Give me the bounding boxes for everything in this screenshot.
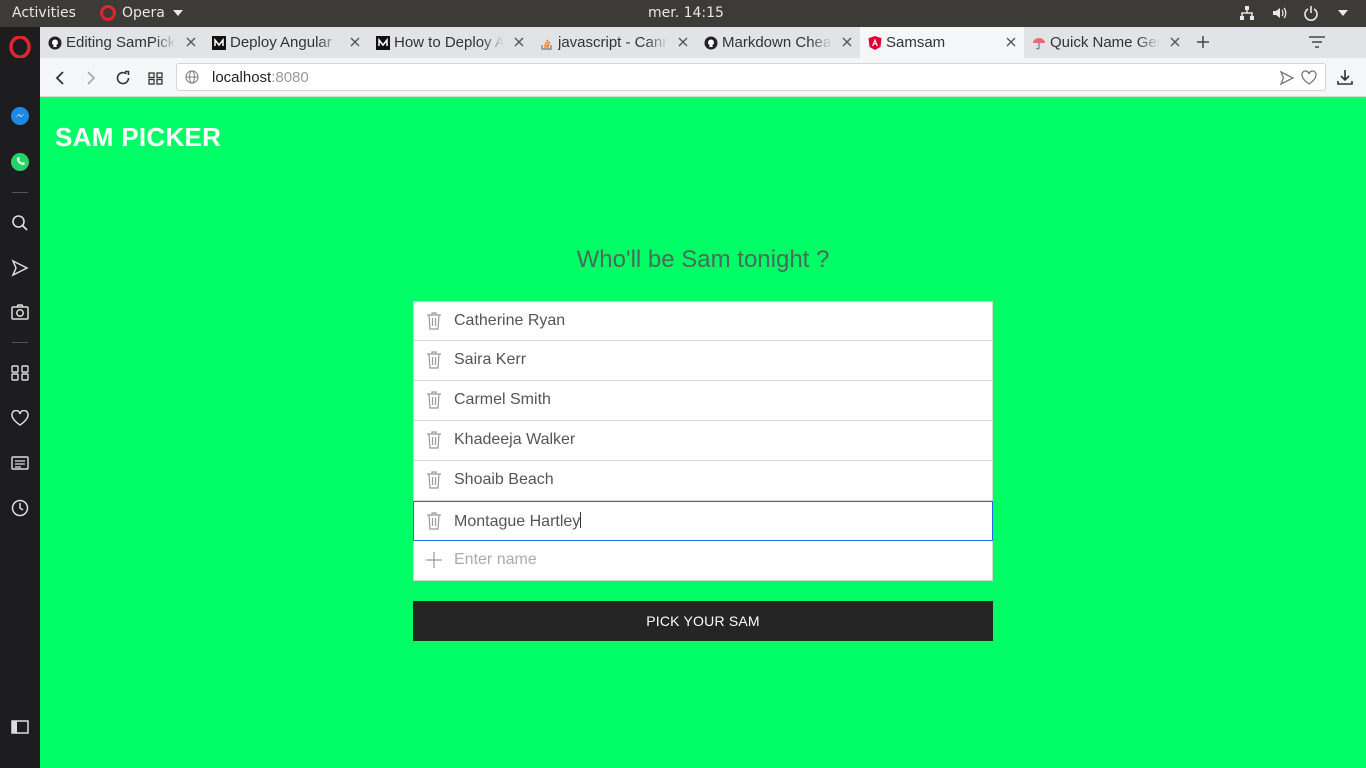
app-name: Opera	[122, 5, 165, 21]
app-menu[interactable]: Opera	[100, 5, 183, 21]
network-icon[interactable]	[1238, 4, 1256, 22]
page-content: SAM PICKER Who'll be Sam tonight ? Cathe…	[40, 98, 1366, 768]
tab-how-to-deploy[interactable]: How to Deploy A	[368, 27, 532, 58]
tab-javascript-stackoverflow[interactable]: javascript - Cann	[532, 27, 696, 58]
name-row[interactable]: Shoaib Beach	[413, 461, 993, 501]
url-field[interactable]: localhost:8080	[176, 63, 1326, 91]
close-icon[interactable]	[840, 35, 854, 49]
trash-icon[interactable]	[426, 431, 442, 449]
history-icon[interactable]	[8, 496, 32, 520]
tab-strip: Editing SamPicker Deploy Angular How to …	[40, 27, 1366, 58]
tab-title: javascript - Cann	[558, 34, 668, 51]
address-bar: localhost:8080	[40, 58, 1366, 97]
close-icon[interactable]	[1168, 35, 1182, 49]
umbrella-icon	[1032, 36, 1046, 50]
system-tray[interactable]	[1238, 4, 1352, 22]
power-icon[interactable]	[1302, 4, 1320, 22]
globe-icon	[185, 70, 199, 84]
heart-icon[interactable]	[1301, 70, 1317, 86]
opera-logo-icon	[100, 5, 116, 21]
tab-title: Deploy Angular	[230, 34, 332, 51]
url-port: :8080	[271, 69, 309, 86]
tab-title: Samsam	[886, 34, 946, 51]
name-value[interactable]: Saira Kerr	[454, 351, 526, 369]
name-input[interactable]: Montague Hartley	[454, 512, 582, 531]
close-icon[interactable]	[512, 35, 526, 49]
tab-title: Editing SamPicker	[66, 34, 176, 51]
name-input-value: Montague Hartley	[454, 513, 581, 530]
pick-your-sam-button[interactable]: PICK YOUR SAM	[413, 601, 993, 641]
url-text: localhost:8080	[212, 69, 309, 86]
download-icon[interactable]	[1336, 68, 1354, 86]
plus-icon	[426, 552, 442, 568]
new-name-input[interactable]: Enter name	[454, 551, 537, 569]
activities-button[interactable]: Activities	[12, 5, 76, 21]
github-icon	[48, 36, 62, 50]
name-row[interactable]: Khadeeja Walker	[413, 421, 993, 461]
sidebar-toggle-icon[interactable]	[8, 715, 32, 739]
trash-icon[interactable]	[426, 471, 442, 489]
add-name-row[interactable]: Enter name	[413, 541, 993, 581]
send-page-icon[interactable]	[1279, 70, 1295, 86]
tab-title: Markdown Chea	[722, 34, 832, 51]
tab-markdown-cheatsheet[interactable]: Markdown Chea	[696, 27, 860, 58]
name-value[interactable]: Shoaib Beach	[454, 471, 554, 489]
name-row-editing[interactable]: Montague Hartley	[413, 501, 993, 541]
speed-dial-icon[interactable]	[8, 361, 32, 385]
tab-menu-icon[interactable]	[1308, 35, 1326, 49]
name-row[interactable]: Carmel Smith	[413, 381, 993, 421]
messenger-icon[interactable]	[8, 104, 32, 128]
opera-sidebar	[0, 27, 40, 768]
tab-title: How to Deploy A	[394, 34, 504, 51]
page-heading: Who'll be Sam tonight ?	[576, 246, 830, 273]
close-icon[interactable]	[676, 35, 690, 49]
opera-menu-icon[interactable]	[8, 35, 32, 59]
speed-dial-grid-icon[interactable]	[145, 68, 165, 88]
trash-icon[interactable]	[426, 391, 442, 409]
text-cursor	[580, 512, 582, 528]
news-icon[interactable]	[8, 451, 32, 475]
reload-button[interactable]	[113, 68, 133, 88]
os-top-bar: Activities Opera mer. 14:15	[0, 0, 1366, 27]
name-value[interactable]: Khadeeja Walker	[454, 431, 575, 449]
close-icon[interactable]	[1004, 35, 1018, 49]
sidebar-divider	[12, 342, 28, 343]
trash-icon[interactable]	[426, 512, 442, 530]
brand-title: SAM PICKER	[55, 122, 222, 152]
close-icon[interactable]	[184, 35, 198, 49]
tab-editing-sampicker[interactable]: Editing SamPicker	[40, 27, 204, 58]
search-icon[interactable]	[8, 211, 32, 235]
clock[interactable]: mer. 14:15	[648, 5, 724, 21]
name-list: Catherine Ryan Saira Kerr Carmel Smith K…	[413, 301, 993, 581]
angular-icon	[868, 35, 882, 50]
trash-icon[interactable]	[426, 351, 442, 369]
tab-title: Quick Name Ger	[1050, 34, 1160, 51]
new-tab-plus-icon[interactable]	[1194, 33, 1212, 51]
stackoverflow-icon	[540, 36, 554, 50]
name-row[interactable]: Catherine Ryan	[413, 301, 993, 341]
forward-button[interactable]	[81, 68, 101, 88]
tab-quick-name-generator[interactable]: Quick Name Ger	[1024, 27, 1188, 58]
url-host: localhost	[212, 69, 272, 86]
trash-icon[interactable]	[426, 312, 442, 330]
volume-icon[interactable]	[1270, 4, 1288, 22]
name-row[interactable]: Saira Kerr	[413, 341, 993, 381]
tab-samsam[interactable]: Samsam	[860, 27, 1024, 58]
whatsapp-icon[interactable]	[8, 150, 32, 174]
send-icon[interactable]	[8, 256, 32, 280]
close-icon[interactable]	[348, 35, 362, 49]
camera-icon[interactable]	[8, 300, 32, 324]
github-icon	[704, 36, 718, 50]
sidebar-divider	[12, 192, 28, 193]
back-button[interactable]	[50, 68, 70, 88]
caret-down-icon[interactable]	[1334, 4, 1352, 22]
name-value[interactable]: Catherine Ryan	[454, 312, 565, 330]
medium-icon	[212, 35, 226, 50]
medium-icon	[376, 35, 390, 50]
caret-down-icon	[172, 10, 183, 16]
heart-icon[interactable]	[8, 406, 32, 430]
tab-deploy-angular[interactable]: Deploy Angular	[204, 27, 368, 58]
name-value[interactable]: Carmel Smith	[454, 391, 551, 409]
